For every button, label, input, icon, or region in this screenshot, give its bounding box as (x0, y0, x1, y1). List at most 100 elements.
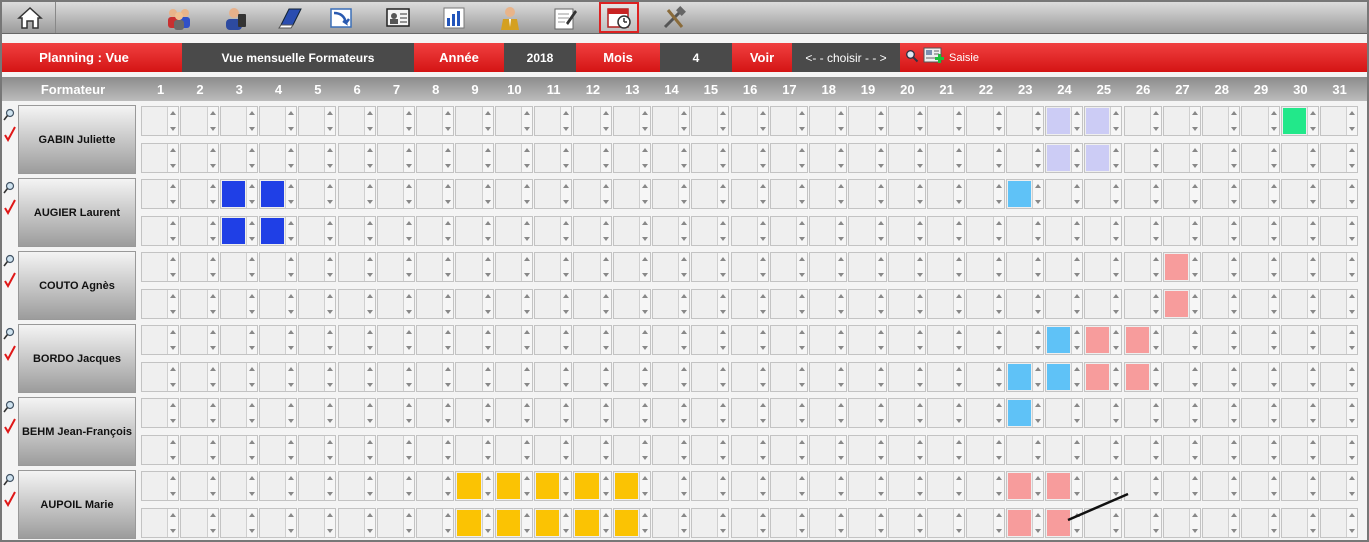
planning-cell[interactable] (848, 289, 887, 319)
cell-spinner[interactable] (992, 217, 1004, 245)
cell-spinner[interactable] (324, 107, 336, 135)
cell-spinner[interactable] (1267, 436, 1279, 464)
cell-spinner[interactable] (599, 509, 611, 537)
planning-cell[interactable] (1320, 398, 1359, 428)
planning-cell[interactable] (1005, 362, 1044, 392)
cell-spinner[interactable] (835, 509, 847, 537)
cell-spinner[interactable] (363, 399, 375, 427)
planning-cell[interactable] (848, 106, 887, 136)
planning-block[interactable] (496, 473, 520, 499)
cell-spinner[interactable] (913, 472, 925, 500)
cell-spinner[interactable] (913, 217, 925, 245)
cell-spinner[interactable] (1228, 144, 1240, 172)
cell-spinner[interactable] (285, 509, 297, 537)
cell-spinner[interactable] (324, 253, 336, 281)
cell-spinner[interactable] (796, 107, 808, 135)
cell-spinner[interactable] (1149, 290, 1161, 318)
cell-spinner[interactable] (678, 509, 690, 537)
cell-spinner[interactable] (560, 290, 572, 318)
cell-spinner[interactable] (953, 363, 965, 391)
planning-cell[interactable] (298, 325, 337, 355)
cell-spinner[interactable] (1306, 290, 1318, 318)
planning-block[interactable] (1086, 108, 1110, 134)
planning-block[interactable] (1007, 364, 1031, 390)
planning-cell[interactable] (691, 435, 730, 465)
cell-spinner[interactable] (1071, 217, 1083, 245)
trainer-name-button[interactable]: AUPOIL Marie (18, 470, 136, 539)
planning-cell[interactable] (180, 106, 219, 136)
cell-spinner[interactable] (835, 472, 847, 500)
cell-spinner[interactable] (1189, 180, 1201, 208)
planning-cell[interactable] (1241, 252, 1280, 282)
import-arrow-button[interactable] (320, 2, 364, 33)
cell-spinner[interactable] (678, 290, 690, 318)
magnifier-icon[interactable] (3, 254, 15, 273)
planning-cell[interactable] (298, 216, 337, 246)
cell-spinner[interactable] (1031, 180, 1043, 208)
planning-block[interactable] (1007, 510, 1031, 536)
planning-cell[interactable] (1162, 106, 1202, 136)
cell-spinner[interactable] (1267, 509, 1279, 537)
planning-cell[interactable] (298, 471, 337, 501)
planning-cell[interactable] (180, 508, 219, 538)
planning-cell[interactable] (376, 508, 416, 538)
planning-cell[interactable] (258, 508, 298, 538)
planning-cell[interactable] (534, 143, 573, 173)
cell-spinner[interactable] (717, 436, 729, 464)
planning-cell[interactable] (219, 325, 258, 355)
cell-spinner[interactable] (717, 363, 729, 391)
cell-spinner[interactable] (481, 253, 493, 281)
planning-cell[interactable] (1005, 398, 1044, 428)
cell-spinner[interactable] (599, 290, 611, 318)
planning-cell[interactable] (1241, 143, 1280, 173)
cell-spinner[interactable] (756, 472, 768, 500)
cell-spinner[interactable] (167, 253, 179, 281)
planning-cell[interactable] (848, 325, 887, 355)
cell-spinner[interactable] (520, 399, 532, 427)
cell-spinner[interactable] (717, 217, 729, 245)
planning-cell[interactable] (494, 362, 533, 392)
cell-spinner[interactable] (835, 253, 847, 281)
planning-cell[interactable] (298, 252, 337, 282)
checkmark-icon[interactable] (4, 199, 16, 220)
cell-spinner[interactable] (835, 217, 847, 245)
cell-spinner[interactable] (245, 290, 257, 318)
person-suit-button[interactable] (488, 2, 532, 33)
cell-spinner[interactable] (520, 363, 532, 391)
cell-spinner[interactable] (796, 217, 808, 245)
planning-cell[interactable] (927, 106, 966, 136)
cell-spinner[interactable] (1189, 107, 1201, 135)
planning-cell[interactable] (769, 252, 809, 282)
planning-cell[interactable] (534, 508, 573, 538)
cell-spinner[interactable] (324, 290, 336, 318)
planning-cell[interactable] (219, 471, 258, 501)
planning-cell[interactable] (927, 289, 966, 319)
planning-cell[interactable] (1162, 289, 1202, 319)
cell-spinner[interactable] (1306, 107, 1318, 135)
planning-cell[interactable] (848, 508, 887, 538)
planning-cell[interactable] (376, 179, 416, 209)
planning-cell[interactable] (1044, 362, 1084, 392)
cell-spinner[interactable] (1228, 180, 1240, 208)
cell-spinner[interactable] (1031, 107, 1043, 135)
planning-cell[interactable] (416, 143, 455, 173)
cell-spinner[interactable] (874, 144, 886, 172)
cell-spinner[interactable] (363, 180, 375, 208)
planning-cell[interactable] (1162, 471, 1202, 501)
cell-spinner[interactable] (206, 399, 218, 427)
cell-spinner[interactable] (913, 399, 925, 427)
cell-spinner[interactable] (1031, 253, 1043, 281)
planning-cell[interactable] (1280, 325, 1319, 355)
cell-spinner[interactable] (403, 180, 415, 208)
planning-cell[interactable] (769, 143, 809, 173)
month-value[interactable]: 4 (660, 43, 732, 72)
planning-block[interactable] (575, 473, 599, 499)
cell-spinner[interactable] (638, 290, 650, 318)
cell-spinner[interactable] (717, 253, 729, 281)
planning-cell[interactable] (1320, 143, 1359, 173)
planning-cell[interactable] (1123, 508, 1162, 538)
planning-cell[interactable] (730, 508, 769, 538)
planning-block[interactable] (1007, 400, 1031, 426)
cell-spinner[interactable] (403, 217, 415, 245)
planning-cell[interactable] (887, 398, 926, 428)
